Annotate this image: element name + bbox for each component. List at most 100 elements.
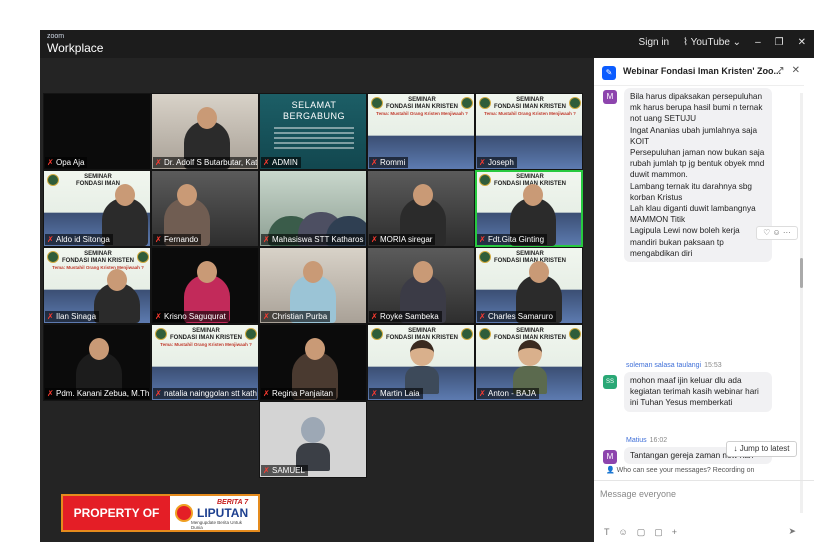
seminar-logo-icon bbox=[479, 251, 491, 263]
video-tile[interactable]: ✗ Fernando bbox=[151, 170, 259, 247]
attach-file-icon[interactable]: ▢ bbox=[637, 527, 646, 538]
3d-avatar bbox=[296, 417, 330, 471]
muted-mic-icon: ✗ bbox=[47, 158, 54, 167]
participant-name: ✗ Mahasiswa STT Katharos bbox=[261, 234, 365, 245]
video-tile[interactable]: ✗ Krisno Saguqurat bbox=[151, 247, 259, 324]
video-tile[interactable]: SEMINAR FONDASI IMAN KRISTEN Tema: Mustah… bbox=[367, 93, 475, 170]
muted-mic-icon: ✗ bbox=[371, 312, 378, 321]
chat-title: Webinar Fondasi Iman Kristen' Zoo... bbox=[623, 66, 781, 76]
participant-name: ✗ ADMIN bbox=[261, 157, 301, 168]
more-tools-icon[interactable]: + bbox=[672, 527, 677, 538]
video-tile[interactable]: ✗ Dr. Adolf S Butarbutar, Kat... bbox=[151, 93, 259, 170]
participant-name: ✗ Ilan Sinaga bbox=[45, 311, 100, 322]
seminar-logo-icon bbox=[371, 328, 383, 340]
compose-box[interactable]: Message everyone T ☺ ▢ ▢ + ➤ bbox=[594, 480, 814, 542]
seminar-logo-icon bbox=[479, 174, 491, 186]
send-button[interactable]: ➤ bbox=[788, 526, 796, 537]
video-tile[interactable]: SEMINAR FONDASI IMAN KRISTEN ✗ Anton - BAJ… bbox=[475, 324, 583, 401]
signal-icon: ⌇ bbox=[683, 37, 691, 48]
participant-name: ✗ Regina Panjaitan bbox=[261, 388, 336, 399]
close-button[interactable]: ✕ bbox=[798, 37, 806, 48]
message-reaction-bar[interactable]: ♡ ☺ ··· bbox=[756, 226, 798, 240]
participant-name: ✗ Fdt.Gita Ginting bbox=[477, 234, 548, 245]
video-tile[interactable]: ✗ Christian Purba bbox=[259, 247, 367, 324]
participant-name: ✗ Fernando bbox=[153, 234, 202, 245]
person-icon: 👤 bbox=[606, 467, 617, 474]
welcome-slide-body bbox=[274, 127, 354, 152]
muted-mic-icon: ✗ bbox=[479, 158, 486, 167]
video-tile[interactable]: ✗ SAMUEL bbox=[259, 401, 367, 478]
avatar: M bbox=[603, 450, 617, 464]
video-tile[interactable]: ✗ Mahasiswa STT Katharos bbox=[259, 170, 367, 247]
participant-name: ✗ SAMUEL bbox=[261, 465, 308, 476]
video-tile[interactable]: ✗ Opa Aja bbox=[43, 93, 151, 170]
title-bar: zoom Workplace Sign in ⌇ YouTube ⌄ – ❐ ✕ bbox=[40, 30, 814, 58]
workplace-logo: Workplace bbox=[47, 41, 104, 55]
seminar-logo-icon bbox=[569, 97, 581, 109]
participant-name: ✗ Royke Sambeka bbox=[369, 311, 442, 322]
seminar-logo-icon bbox=[479, 97, 491, 109]
video-tile-active-speaker[interactable]: SEMINARFONDASI IMAN KRISTEN ✗Fdt.Gita Gi… bbox=[475, 170, 583, 247]
participant-name: ✗ Pdm. Kanani Zebua, M.Th bbox=[45, 388, 149, 399]
message-sender: soleman salasa taulangi 15:53 bbox=[626, 362, 722, 369]
youtube-button[interactable]: ⌇ YouTube ⌄ bbox=[683, 37, 741, 48]
avatar: M bbox=[603, 90, 617, 104]
participant-name: ✗ Dr. Adolf S Butarbutar, Kat... bbox=[153, 157, 257, 168]
muted-mic-icon: ✗ bbox=[479, 312, 486, 321]
seminar-title: SEMINARFONDASI IMAN KRISTEN bbox=[386, 97, 458, 110]
format-text-icon[interactable]: T bbox=[604, 527, 610, 538]
seminar-title: SEMINARFONDASI IMAN KRISTEN bbox=[494, 97, 566, 110]
video-tile[interactable]: ✗ Pdm. Kanani Zebua, M.Th bbox=[43, 324, 151, 401]
emoji-icon[interactable]: ☺ bbox=[619, 527, 628, 538]
video-tile[interactable]: SEMINAR FONDASI IMAN KRISTEN Tema: Mustah… bbox=[151, 324, 259, 401]
participant-name: ✗ Charles Samaruro bbox=[477, 311, 556, 322]
chat-message: Bila harus dipaksakan persepuluhan mk ha… bbox=[624, 88, 772, 263]
chat-messages: M Bila harus dipaksakan persepuluhan mk … bbox=[594, 86, 804, 466]
participant-name: ✗ Joseph bbox=[477, 157, 517, 168]
more-options-button[interactable]: ··· bbox=[759, 65, 769, 76]
muted-mic-icon: ✗ bbox=[371, 389, 378, 398]
video-tile[interactable]: ✗ Royke Sambeka bbox=[367, 247, 475, 324]
seminar-title: SEMINARFONDASI IMAN KRISTEN bbox=[62, 251, 134, 264]
muted-mic-icon: ✗ bbox=[47, 235, 54, 244]
muted-mic-icon: ✗ bbox=[263, 466, 270, 475]
video-tile[interactable]: SEMINAR FONDASI IMAN KRISTEN Tema: Mustah… bbox=[475, 93, 583, 170]
chat-scrollbar[interactable] bbox=[800, 93, 803, 513]
participant-name: ✗ Martin Laia bbox=[369, 388, 423, 399]
participant-name: ✗ Christian Purba bbox=[261, 311, 331, 322]
muted-mic-icon: ✗ bbox=[263, 312, 270, 321]
restore-button[interactable]: ❐ bbox=[775, 37, 784, 48]
chat-bubble-icon: ✎ bbox=[602, 66, 616, 80]
muted-mic-icon: ✗ bbox=[155, 389, 162, 398]
3d-avatar bbox=[513, 340, 547, 394]
seminar-subtitle: Tema: Mustahil Orang Kristen Menjiwaah ? bbox=[52, 265, 144, 270]
muted-mic-icon: ✗ bbox=[47, 389, 54, 398]
muted-mic-icon: ✗ bbox=[155, 235, 162, 244]
muted-mic-icon: ✗ bbox=[479, 235, 486, 244]
minimize-button[interactable]: – bbox=[755, 37, 761, 48]
who-can-see-link[interactable]: 👤 Who can see your messages? Recording o… bbox=[606, 466, 754, 474]
muted-mic-icon: ✗ bbox=[263, 235, 270, 244]
close-chat-button[interactable]: ✕ bbox=[792, 65, 800, 76]
video-tile[interactable]: SEMINAR FONDASI IMAN KRISTEN ✗ Charles Sam… bbox=[475, 247, 583, 324]
popout-button[interactable]: ↗ bbox=[776, 65, 784, 76]
video-tile[interactable]: ✗ Regina Panjaitan bbox=[259, 324, 367, 401]
property-label: PROPERTY OF bbox=[63, 496, 170, 530]
seminar-logo-icon bbox=[47, 174, 59, 186]
seminar-subtitle: Tema: Mustahil Orang Kristen Menjiwaah ? bbox=[160, 342, 252, 347]
video-tile[interactable]: ✗ MORIA siregar bbox=[367, 170, 475, 247]
video-tile[interactable]: SEMINAR FONDASI IMAN KRISTEN Tema: Mustah… bbox=[43, 247, 151, 324]
video-tile[interactable]: SEMINAR FONDASI IMAN ✗ Aldo id Sitonga bbox=[43, 170, 151, 247]
video-tile[interactable]: SELAMAT BERGABUNG ✗ ADMIN bbox=[259, 93, 367, 170]
seminar-logo-icon bbox=[461, 97, 473, 109]
seminar-title: SEMINARFONDASI IMAN KRISTEN bbox=[494, 251, 566, 264]
video-tile[interactable]: SEMINAR FONDASI IMAN KRISTEN ✗ Martin Laia bbox=[367, 324, 475, 401]
avatar: SS bbox=[603, 375, 617, 389]
participant-video bbox=[94, 269, 140, 323]
jump-to-latest-button[interactable]: ↓ Jump to latest bbox=[726, 441, 797, 457]
seminar-logo-icon bbox=[137, 251, 149, 263]
screenshot-icon[interactable]: ▢ bbox=[654, 527, 663, 538]
sign-in-button[interactable]: Sign in bbox=[639, 37, 670, 48]
watermark-property-of: PROPERTY OF BERITA 7 LIPUTAN Mengupdate … bbox=[61, 494, 260, 532]
message-input[interactable]: Message everyone bbox=[600, 489, 676, 499]
